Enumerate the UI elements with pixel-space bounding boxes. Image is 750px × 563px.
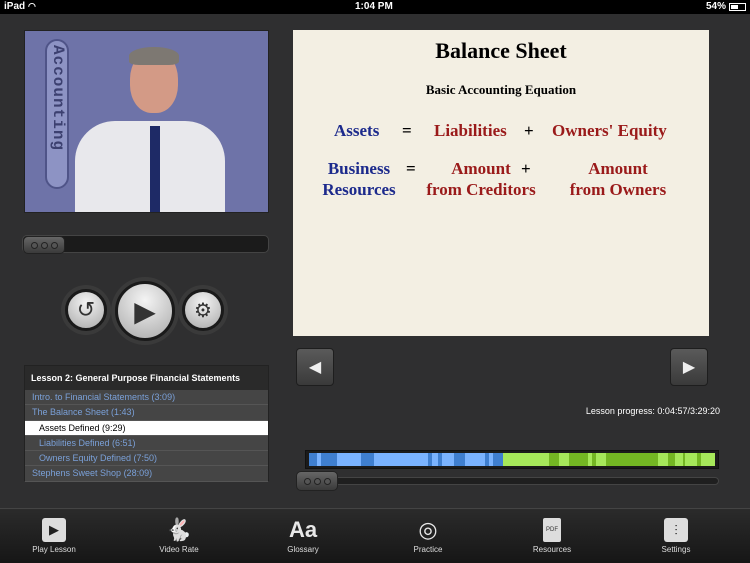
status-bar: iPad ◠ 1:04 PM 54% [0, 0, 750, 14]
target-icon: ◎ [418, 517, 438, 542]
playlist-item[interactable]: The Balance Sheet (1:43) [25, 405, 268, 421]
eq-amount-2: Amount [588, 159, 648, 178]
wifi-icon: ◠ [28, 1, 36, 11]
slide-title: Balance Sheet [435, 38, 567, 63]
lesson-segments-bar[interactable] [305, 450, 719, 469]
previous-slide-button[interactable]: ◀ [296, 348, 334, 386]
playlist-title: Lesson 2: General Purpose Financial Stat… [25, 366, 268, 390]
tab-practice[interactable]: ◎ Practice [378, 515, 478, 554]
tab-label: Practice [413, 545, 443, 554]
eq-equals-2: = [406, 159, 416, 178]
glossary-icon: Aa [288, 517, 318, 542]
replay-button[interactable]: ↺ [65, 289, 107, 331]
arrow-right-icon: ▶ [682, 359, 696, 376]
lesson-playlist: Lesson 2: General Purpose Financial Stat… [24, 365, 269, 482]
lesson-progress-handle[interactable] [296, 471, 338, 491]
play-icon: ▶ [42, 518, 66, 542]
eq-equals: = [402, 121, 412, 140]
video-scrubber[interactable] [22, 235, 269, 254]
play-button[interactable]: ▶ [115, 281, 175, 341]
slide-subtitle: Basic Accounting Equation [425, 82, 577, 97]
tab-settings[interactable]: ⫶ Settings [626, 515, 726, 554]
clock: 1:04 PM [355, 1, 393, 12]
scrubber-handle[interactable] [23, 236, 65, 254]
next-slide-button[interactable]: ▶ [670, 348, 708, 386]
tab-label: Resources [532, 545, 572, 554]
tab-bar: ▶ Play Lesson 🐇 Video Rate Aa Glossary ◎ Pra… [0, 508, 750, 563]
pdf-icon: PDF [543, 518, 561, 542]
video-player[interactable]: Accounting [24, 30, 269, 213]
eq-liabilities: Liabilities [434, 121, 507, 140]
playlist-item-selected[interactable]: Assets Defined (9:29) [25, 420, 268, 436]
eq-assets: Assets [334, 121, 380, 140]
tab-play-lesson[interactable]: ▶ Play Lesson [4, 515, 104, 554]
eq-plus: + [524, 121, 534, 140]
tab-label: Settings [661, 545, 691, 554]
lesson-progress-track[interactable] [305, 477, 719, 485]
eq-from-creditors: from Creditors [426, 180, 536, 199]
settings-gear-button[interactable]: ⚙ [182, 289, 224, 331]
battery-percent: 54% [705, 1, 726, 12]
battery-icon [729, 3, 746, 11]
eq-business: Business [327, 159, 391, 178]
tab-label: Video Rate [159, 545, 199, 554]
playlist-item[interactable]: Stephens Sweet Shop (28:09) [25, 466, 268, 482]
video-set-label: Accounting [49, 45, 67, 152]
playlist-item[interactable]: Owners Equity Defined (7:50) [25, 451, 268, 467]
tab-glossary[interactable]: Aa Glossary [253, 515, 353, 554]
tab-video-rate[interactable]: 🐇 Video Rate [129, 515, 229, 554]
playlist-item[interactable]: Liabilities Defined (6:51) [25, 435, 268, 452]
eq-owners-equity: Owners' Equity [552, 121, 667, 140]
eq-resources: Resources [322, 180, 396, 199]
eq-plus-2: + [521, 159, 531, 178]
replay-icon: ↺ [76, 297, 96, 322]
play-icon: ▶ [134, 295, 156, 327]
playlist-item[interactable]: Intro. to Financial Statements (3:09) [25, 390, 268, 406]
sliders-icon: ⫶ [664, 518, 688, 542]
tab-resources[interactable]: PDF Resources [502, 515, 602, 554]
tab-label: Play Lesson [32, 545, 76, 554]
eq-from-owners: from Owners [569, 180, 667, 199]
arrow-left-icon: ◀ [308, 359, 322, 376]
device-name: iPad [4, 1, 26, 12]
slide-view: Balance Sheet Basic Accounting Equation … [293, 30, 709, 336]
tab-label: Glossary [287, 545, 319, 554]
rabbit-icon: 🐇 [165, 517, 193, 542]
lesson-progress-text: Lesson progress: 0:04:57/3:29:20 [585, 406, 720, 416]
gears-icon: ⚙ [194, 299, 212, 322]
